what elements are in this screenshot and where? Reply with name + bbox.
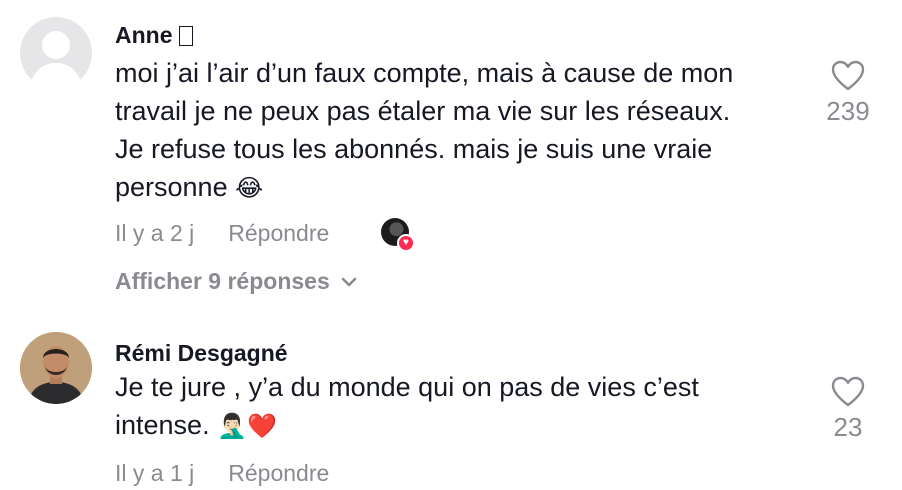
like-count: 23 xyxy=(833,412,863,442)
facepalm-heart-emoji: 🤦🏻‍♂️❤️ xyxy=(217,412,277,440)
comment-line: moi j’ai l’air d’un faux compte, mais à … xyxy=(115,58,734,88)
user-photo xyxy=(20,332,92,404)
comment-line-text: personne xyxy=(115,172,228,202)
heart-outline-icon[interactable] xyxy=(808,376,888,408)
default-avatar-head xyxy=(42,31,70,59)
comment-line: intense. 🤦🏻‍♂️❤️ xyxy=(115,406,805,445)
unrendered-glyph-icon xyxy=(178,26,193,46)
comment-time: Il y a 2 j xyxy=(115,220,195,246)
reply-button[interactable]: Répondre xyxy=(228,460,329,486)
comment-line: personne 😂 xyxy=(115,168,805,207)
comment-username[interactable]: Rémi Desgagné xyxy=(115,340,288,367)
comment-text: moi j’ai l’air d’un faux compte, mais à … xyxy=(115,54,805,207)
comment-time: Il y a 1 j xyxy=(115,460,195,486)
comment-item: Anne moi j’ai l’air d’un faux compte, ma… xyxy=(0,0,902,310)
chevron-down-icon xyxy=(340,267,358,294)
laughing-emoji: 😂 xyxy=(235,174,264,202)
avatar[interactable] xyxy=(20,332,92,404)
heart-badge-icon: ♥ xyxy=(397,234,415,252)
comment-line-text: intense. xyxy=(115,410,210,440)
like-area: 23 xyxy=(808,376,888,443)
heart-outline-icon[interactable] xyxy=(808,60,888,92)
comment-item: Rémi Desgagné Je te jure , y’a du monde … xyxy=(0,310,902,490)
like-area: 239 xyxy=(808,60,888,127)
view-replies-button[interactable]: Afficher 9 réponses xyxy=(115,267,358,295)
default-avatar-body xyxy=(30,63,82,89)
reply-button[interactable]: Répondre xyxy=(228,220,329,246)
comment-text: Je te jure , y’a du monde qui on pas de … xyxy=(115,368,805,445)
comment-username[interactable]: Anne xyxy=(115,22,193,49)
comment-line: Je refuse tous les abonnés. mais je suis… xyxy=(115,134,713,164)
comment-line: Je te jure , y’a du monde qui on pas de … xyxy=(115,372,699,402)
username-text: Anne xyxy=(115,22,173,48)
view-replies-label: Afficher 9 réponses xyxy=(115,268,330,294)
comment-meta: Il y a 1 j Répondre xyxy=(115,460,329,487)
comment-line: travail je ne peux pas étaler ma vie sur… xyxy=(115,96,731,126)
comment-meta: Il y a 2 j Répondre xyxy=(115,220,329,247)
like-count: 239 xyxy=(826,96,870,126)
avatar[interactable] xyxy=(20,17,92,89)
